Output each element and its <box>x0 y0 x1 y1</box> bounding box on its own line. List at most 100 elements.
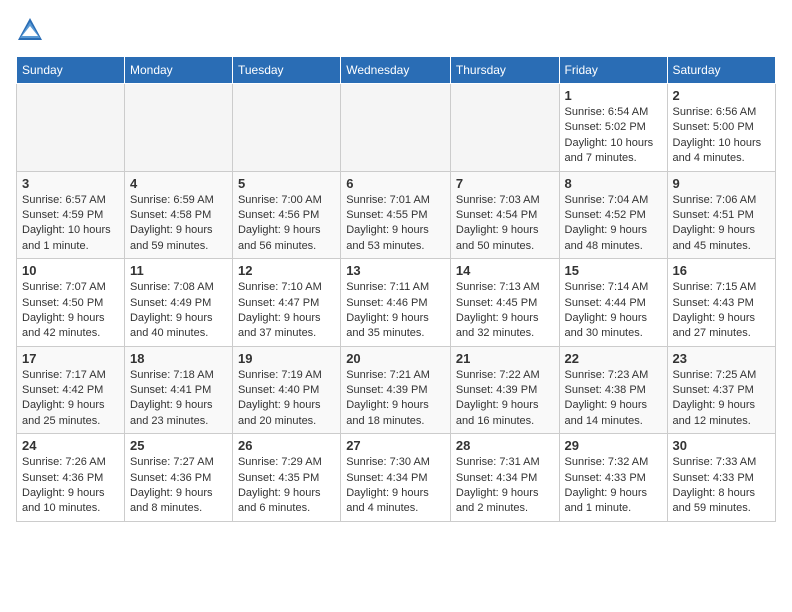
day-number: 4 <box>130 176 227 191</box>
weekday-tuesday: Tuesday <box>232 57 340 84</box>
day-info: Sunrise: 7:23 AM Sunset: 4:38 PM Dayligh… <box>565 368 662 430</box>
calendar-cell <box>124 84 232 172</box>
calendar-cell: 15 Sunrise: 7:14 AM Sunset: 4:44 PM Dayli… <box>559 259 667 347</box>
calendar-cell: 11 Sunrise: 7:08 AM Sunset: 4:49 PM Dayli… <box>124 259 232 347</box>
day-number: 30 <box>673 438 771 453</box>
day-number: 15 <box>565 263 662 278</box>
day-info: Sunrise: 7:00 AM Sunset: 4:56 PM Dayligh… <box>238 193 335 255</box>
day-number: 13 <box>346 263 445 278</box>
day-number: 28 <box>456 438 554 453</box>
calendar-cell: 2 Sunrise: 6:56 AM Sunset: 5:00 PM Daylig… <box>667 84 776 172</box>
weekday-wednesday: Wednesday <box>341 57 451 84</box>
day-info: Sunrise: 6:56 AM Sunset: 5:00 PM Dayligh… <box>673 105 771 167</box>
day-number: 9 <box>673 176 771 191</box>
day-info: Sunrise: 7:31 AM Sunset: 4:34 PM Dayligh… <box>456 455 554 517</box>
calendar-cell: 26Sunrise: 7:29 AM Sunset: 4:35 PM Dayli… <box>232 434 340 522</box>
day-number: 17 <box>22 351 119 366</box>
day-number: 16 <box>673 263 771 278</box>
day-info: Sunrise: 7:04 AM Sunset: 4:52 PM Dayligh… <box>565 193 662 255</box>
calendar-cell: 27Sunrise: 7:30 AM Sunset: 4:34 PM Dayli… <box>341 434 451 522</box>
calendar-cell: 22Sunrise: 7:23 AM Sunset: 4:38 PM Dayli… <box>559 346 667 434</box>
day-info: Sunrise: 7:32 AM Sunset: 4:33 PM Dayligh… <box>565 455 662 517</box>
calendar-table: SundayMondayTuesdayWednesdayThursdayFrid… <box>16 56 776 522</box>
day-number: 27 <box>346 438 445 453</box>
day-info: Sunrise: 7:19 AM Sunset: 4:40 PM Dayligh… <box>238 368 335 430</box>
day-number: 12 <box>238 263 335 278</box>
week-row-1: 1 Sunrise: 6:54 AM Sunset: 5:02 PM Daylig… <box>17 84 776 172</box>
day-info: Sunrise: 7:08 AM Sunset: 4:49 PM Dayligh… <box>130 280 227 342</box>
calendar-cell: 14 Sunrise: 7:13 AM Sunset: 4:45 PM Dayli… <box>450 259 559 347</box>
calendar-body: 1 Sunrise: 6:54 AM Sunset: 5:02 PM Daylig… <box>17 84 776 522</box>
day-number: 2 <box>673 88 771 103</box>
day-info: Sunrise: 7:26 AM Sunset: 4:36 PM Dayligh… <box>22 455 119 517</box>
day-info: Sunrise: 7:22 AM Sunset: 4:39 PM Dayligh… <box>456 368 554 430</box>
day-number: 6 <box>346 176 445 191</box>
day-info: Sunrise: 7:14 AM Sunset: 4:44 PM Dayligh… <box>565 280 662 342</box>
calendar-cell: 4 Sunrise: 6:59 AM Sunset: 4:58 PM Daylig… <box>124 171 232 259</box>
day-info: Sunrise: 6:57 AM Sunset: 4:59 PM Dayligh… <box>22 193 119 255</box>
weekday-thursday: Thursday <box>450 57 559 84</box>
day-info: Sunrise: 7:03 AM Sunset: 4:54 PM Dayligh… <box>456 193 554 255</box>
calendar-cell: 25Sunrise: 7:27 AM Sunset: 4:36 PM Dayli… <box>124 434 232 522</box>
calendar-cell: 20 Sunrise: 7:21 AM Sunset: 4:39 PM Dayli… <box>341 346 451 434</box>
day-number: 1 <box>565 88 662 103</box>
day-info: Sunrise: 7:17 AM Sunset: 4:42 PM Dayligh… <box>22 368 119 430</box>
calendar-cell: 17 Sunrise: 7:17 AM Sunset: 4:42 PM Dayli… <box>17 346 125 434</box>
day-number: 14 <box>456 263 554 278</box>
day-info: Sunrise: 7:21 AM Sunset: 4:39 PM Dayligh… <box>346 368 445 430</box>
calendar-cell: 13Sunrise: 7:11 AM Sunset: 4:46 PM Dayli… <box>341 259 451 347</box>
calendar-cell: 6 Sunrise: 7:01 AM Sunset: 4:55 PM Daylig… <box>341 171 451 259</box>
calendar-cell: 3 Sunrise: 6:57 AM Sunset: 4:59 PM Daylig… <box>17 171 125 259</box>
calendar-cell: 28 Sunrise: 7:31 AM Sunset: 4:34 PM Dayli… <box>450 434 559 522</box>
day-info: Sunrise: 7:27 AM Sunset: 4:36 PM Dayligh… <box>130 455 227 517</box>
day-number: 18 <box>130 351 227 366</box>
calendar-cell: 12 Sunrise: 7:10 AM Sunset: 4:47 PM Dayli… <box>232 259 340 347</box>
calendar-cell: 16 Sunrise: 7:15 AM Sunset: 4:43 PM Dayli… <box>667 259 776 347</box>
day-info: Sunrise: 7:18 AM Sunset: 4:41 PM Dayligh… <box>130 368 227 430</box>
day-info: Sunrise: 6:59 AM Sunset: 4:58 PM Dayligh… <box>130 193 227 255</box>
calendar-cell: 9 Sunrise: 7:06 AM Sunset: 4:51 PM Daylig… <box>667 171 776 259</box>
week-row-4: 17 Sunrise: 7:17 AM Sunset: 4:42 PM Dayli… <box>17 346 776 434</box>
calendar-cell: 7Sunrise: 7:03 AM Sunset: 4:54 PM Daylig… <box>450 171 559 259</box>
weekday-monday: Monday <box>124 57 232 84</box>
day-info: Sunrise: 7:01 AM Sunset: 4:55 PM Dayligh… <box>346 193 445 255</box>
calendar-cell: 19Sunrise: 7:19 AM Sunset: 4:40 PM Dayli… <box>232 346 340 434</box>
day-number: 23 <box>673 351 771 366</box>
calendar-cell: 8 Sunrise: 7:04 AM Sunset: 4:52 PM Daylig… <box>559 171 667 259</box>
day-number: 3 <box>22 176 119 191</box>
day-info: Sunrise: 7:33 AM Sunset: 4:33 PM Dayligh… <box>673 455 771 517</box>
day-number: 5 <box>238 176 335 191</box>
day-info: Sunrise: 7:10 AM Sunset: 4:47 PM Dayligh… <box>238 280 335 342</box>
calendar-cell <box>450 84 559 172</box>
day-info: Sunrise: 7:29 AM Sunset: 4:35 PM Dayligh… <box>238 455 335 517</box>
day-info: Sunrise: 7:15 AM Sunset: 4:43 PM Dayligh… <box>673 280 771 342</box>
week-row-5: 24Sunrise: 7:26 AM Sunset: 4:36 PM Dayli… <box>17 434 776 522</box>
day-number: 11 <box>130 263 227 278</box>
calendar-cell: 18 Sunrise: 7:18 AM Sunset: 4:41 PM Dayli… <box>124 346 232 434</box>
calendar-cell: 10 Sunrise: 7:07 AM Sunset: 4:50 PM Dayli… <box>17 259 125 347</box>
week-row-3: 10 Sunrise: 7:07 AM Sunset: 4:50 PM Dayli… <box>17 259 776 347</box>
day-info: Sunrise: 7:13 AM Sunset: 4:45 PM Dayligh… <box>456 280 554 342</box>
day-number: 20 <box>346 351 445 366</box>
day-number: 8 <box>565 176 662 191</box>
day-number: 21 <box>456 351 554 366</box>
calendar-cell <box>232 84 340 172</box>
day-number: 29 <box>565 438 662 453</box>
calendar-cell: 5 Sunrise: 7:00 AM Sunset: 4:56 PM Daylig… <box>232 171 340 259</box>
calendar-cell: 24Sunrise: 7:26 AM Sunset: 4:36 PM Dayli… <box>17 434 125 522</box>
calendar-cell <box>341 84 451 172</box>
day-info: Sunrise: 7:06 AM Sunset: 4:51 PM Dayligh… <box>673 193 771 255</box>
calendar-cell: 1 Sunrise: 6:54 AM Sunset: 5:02 PM Daylig… <box>559 84 667 172</box>
weekday-sunday: Sunday <box>17 57 125 84</box>
weekday-friday: Friday <box>559 57 667 84</box>
logo <box>16 16 46 44</box>
calendar-cell: 30 Sunrise: 7:33 AM Sunset: 4:33 PM Dayli… <box>667 434 776 522</box>
page-header <box>16 16 776 44</box>
day-number: 10 <box>22 263 119 278</box>
day-info: Sunrise: 7:07 AM Sunset: 4:50 PM Dayligh… <box>22 280 119 342</box>
calendar-cell: 29 Sunrise: 7:32 AM Sunset: 4:33 PM Dayli… <box>559 434 667 522</box>
day-info: Sunrise: 6:54 AM Sunset: 5:02 PM Dayligh… <box>565 105 662 167</box>
calendar-cell <box>17 84 125 172</box>
calendar-cell: 23Sunrise: 7:25 AM Sunset: 4:37 PM Dayli… <box>667 346 776 434</box>
calendar-cell: 21 Sunrise: 7:22 AM Sunset: 4:39 PM Dayli… <box>450 346 559 434</box>
